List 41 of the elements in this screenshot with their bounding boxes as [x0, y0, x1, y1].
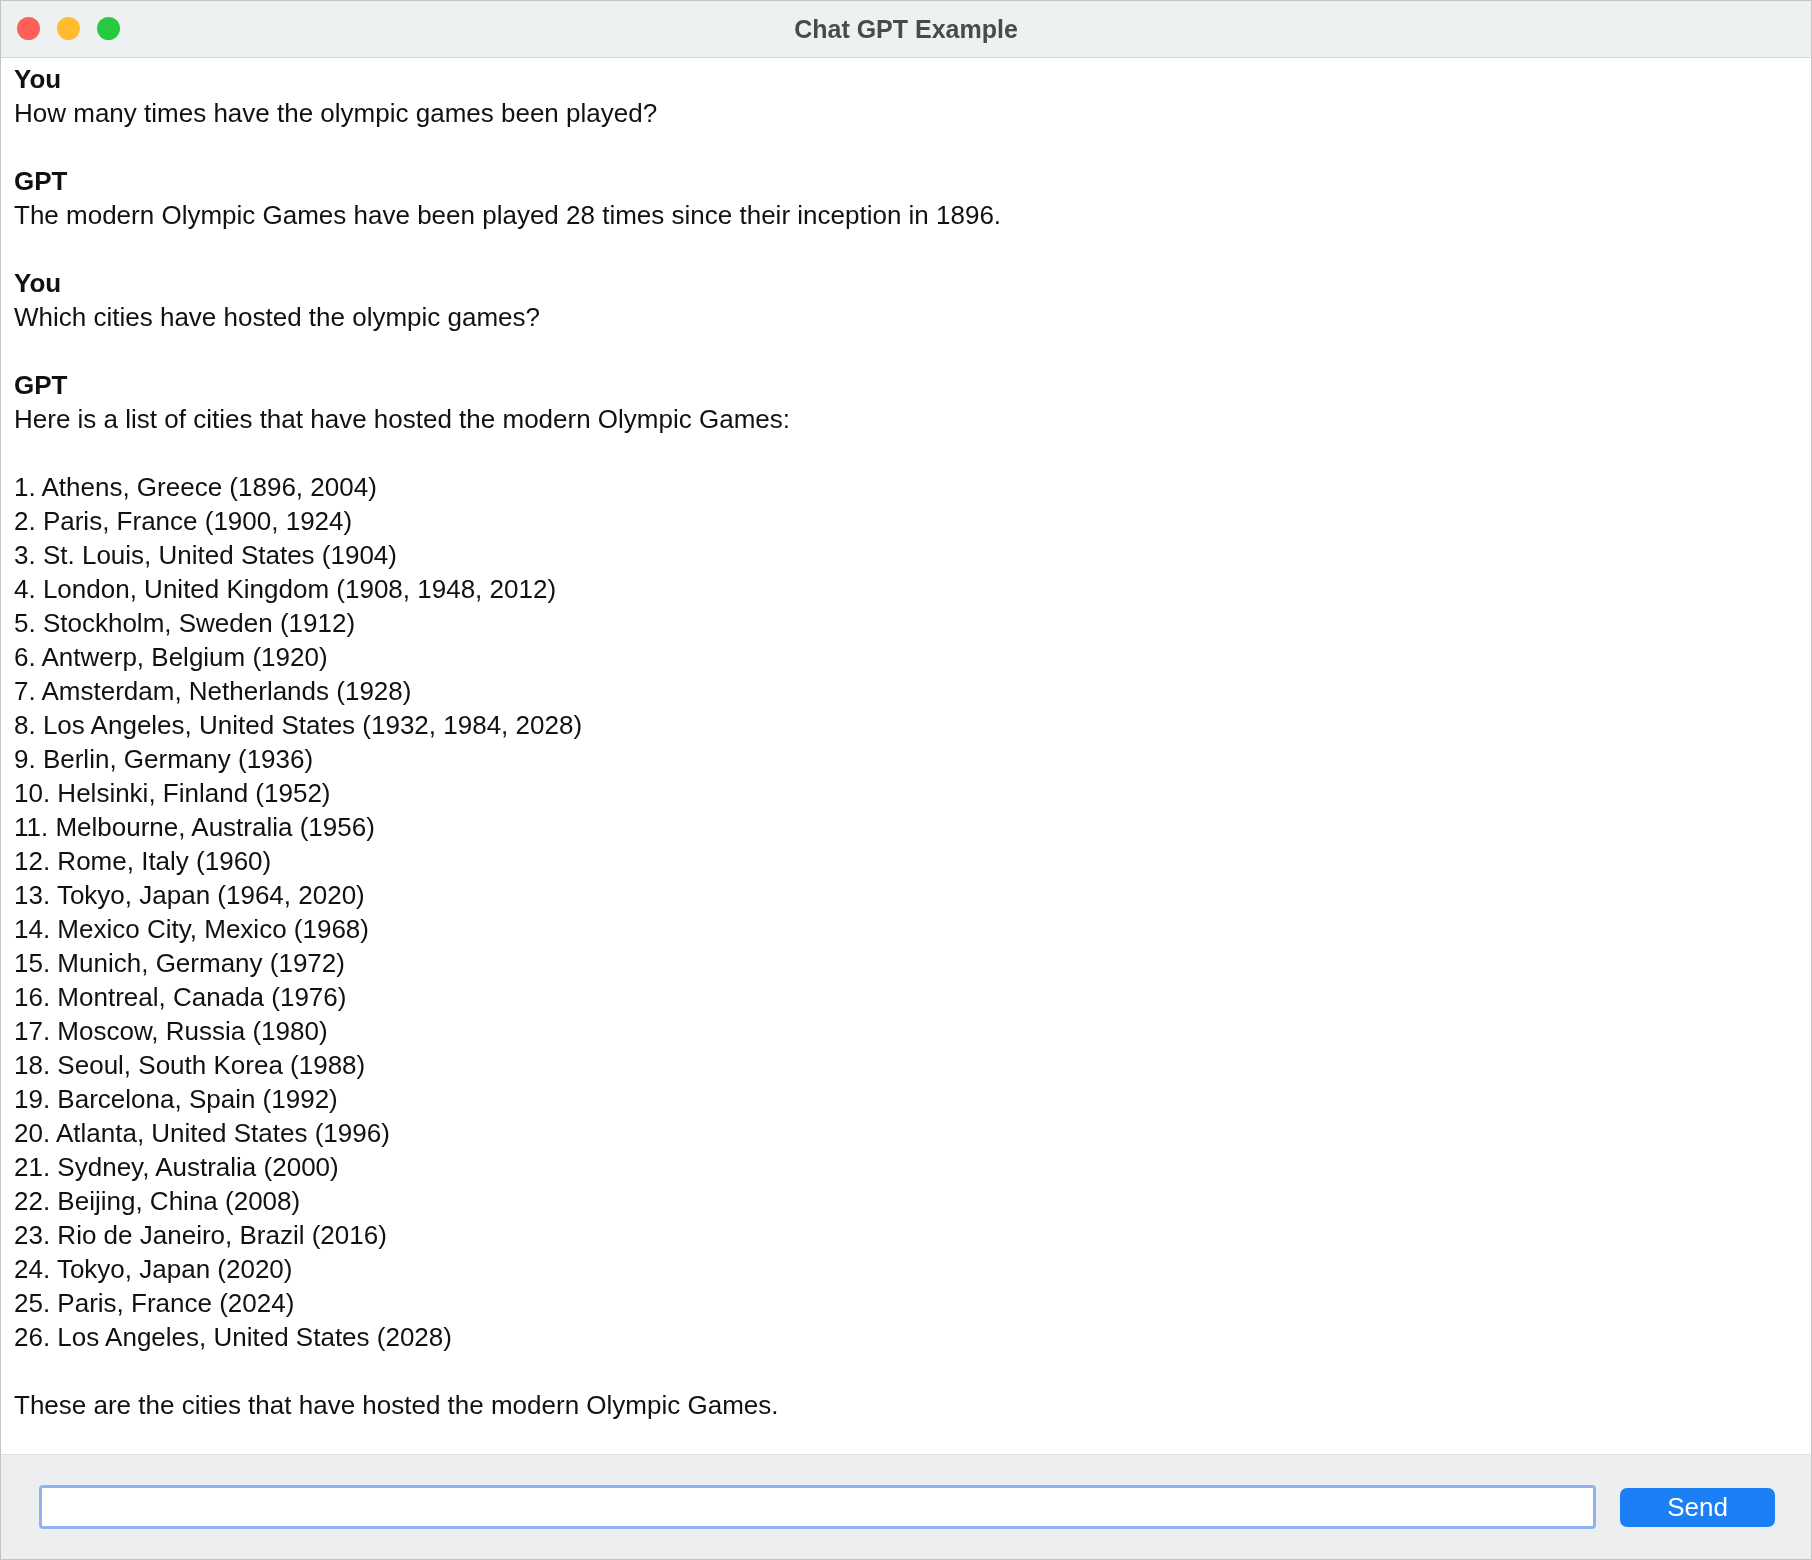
list-item: 26. Los Angeles, United States (2028) [14, 1321, 453, 1354]
list-item: 22. Beijing, China (2008) [14, 1185, 302, 1218]
send-button[interactable]: Send [1620, 1487, 1775, 1527]
message-author: GPT [14, 369, 69, 402]
list-item: 3. St. Louis, United States (1904) [14, 539, 398, 572]
list-item: 19. Barcelona, Spain (1992) [14, 1083, 339, 1116]
list-item: 9. Berlin, Germany (1936) [14, 743, 315, 776]
list-item: 13. Tokyo, Japan (1964, 2020) [14, 879, 366, 912]
message-author: You [14, 63, 63, 96]
list-item: 25. Paris, France (2024) [14, 1287, 296, 1320]
message-text: Which cities have hosted the olympic games? [14, 301, 542, 334]
list-item: 2. Paris, France (1900, 1924) [14, 505, 354, 538]
window-title: Chat GPT Example [794, 14, 1018, 44]
list-item: 14. Mexico City, Mexico (1968) [14, 913, 370, 946]
list-item: 10. Helsinki, Finland (1952) [14, 777, 332, 810]
message-author: You [14, 267, 63, 300]
list-item: 23. Rio de Janeiro, Brazil (2016) [14, 1219, 388, 1252]
zoom-button[interactable] [97, 17, 120, 40]
list-item: 15. Munich, Germany (1972) [14, 947, 346, 980]
list-item: 12. Rome, Italy (1960) [14, 845, 273, 878]
minimize-button[interactable] [57, 17, 80, 40]
message-input-field[interactable] [39, 1485, 1596, 1529]
list-item: 1. Athens, Greece (1896, 2004) [14, 471, 378, 504]
list-item: 4. London, United Kingdom (1908, 1948, 2012) [14, 573, 558, 606]
message-author: GPT [14, 165, 69, 198]
list-item: 7. Amsterdam, Netherlands (1928) [14, 675, 413, 708]
list-item: 20. Atlanta, United States (1996) [14, 1117, 391, 1150]
list-item: 8. Los Angeles, United States (1932, 1984, 2028) [14, 709, 584, 742]
list-item: 11. Melbourne, Australia (1956) [14, 811, 376, 844]
message-text: The modern Olympic Games have been played 28 times since their inception in 1896. [14, 199, 1003, 232]
list-item: 16. Montreal, Canada (1976) [14, 981, 348, 1014]
list-item: 24. Tokyo, Japan (2020) [14, 1253, 294, 1286]
message-text: Here is a list of cities that have hosted the modern Olympic Games: [14, 403, 791, 436]
list-item: 17. Moscow, Russia (1980) [14, 1015, 329, 1048]
message-text: These are the cities that have hosted the modern Olympic Games. [14, 1389, 780, 1422]
list-item: 5. Stockholm, Sweden (1912) [14, 607, 357, 640]
list-item: 6. Antwerp, Belgium (1920) [14, 641, 329, 674]
message-text: How many times have the olympic games been played? [14, 97, 659, 130]
list-item: 21. Sydney, Australia (2000) [14, 1151, 340, 1184]
list-item: 18. Seoul, South Korea (1988) [14, 1049, 367, 1082]
close-button[interactable] [17, 17, 40, 40]
